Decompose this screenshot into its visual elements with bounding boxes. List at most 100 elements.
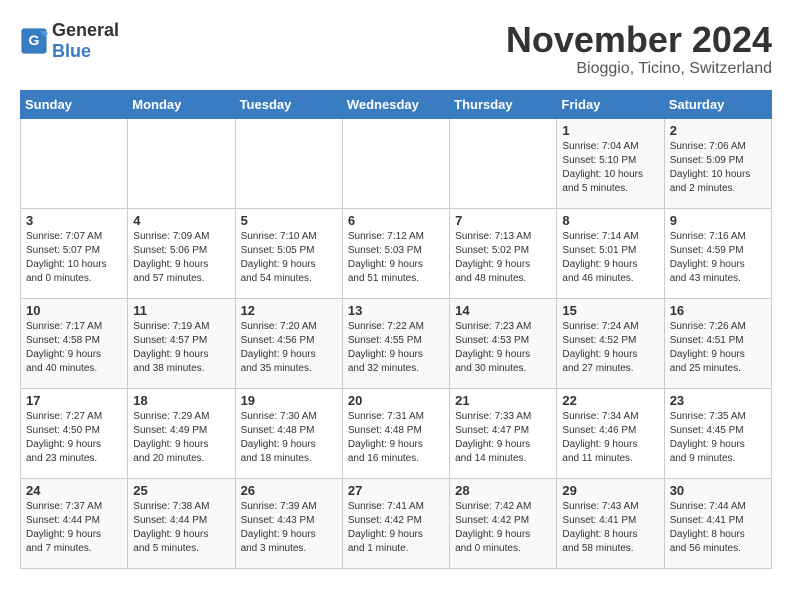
day-number: 1 [562,123,658,138]
calendar-cell: 25 Sunrise: 7:38 AM Sunset: 4:44 PM Dayli… [128,478,235,568]
header-thursday: Thursday [450,90,557,118]
week-row-3: 10 Sunrise: 7:17 AM Sunset: 4:58 PM Dayli… [21,298,772,388]
day-info: Sunrise: 7:30 AM Sunset: 4:48 PM Dayligh… [241,410,337,466]
calendar-cell: 26 Sunrise: 7:39 AM Sunset: 4:43 PM Dayli… [235,478,342,568]
calendar-cell: 2 Sunrise: 7:06 AM Sunset: 5:09 PM Daylig… [664,118,771,208]
week-row-4: 17 Sunrise: 7:27 AM Sunset: 4:50 PM Dayli… [21,388,772,478]
header-wednesday: Wednesday [342,90,449,118]
day-number: 30 [670,483,766,498]
logo-blue: Blue [52,41,91,61]
calendar-cell: 16Sunrise: 7:26 AM Sunset: 4:51 PM Dayli… [664,298,771,388]
day-number: 8 [562,213,658,228]
header: G General Blue November 2024 Bioggio, Ti… [20,20,772,78]
day-number: 2 [670,123,766,138]
calendar-cell: 15Sunrise: 7:24 AM Sunset: 4:52 PM Dayli… [557,298,664,388]
day-number: 19 [241,393,337,408]
day-number: 24 [26,483,122,498]
day-number: 4 [133,213,229,228]
calendar-cell [235,118,342,208]
day-info: Sunrise: 7:04 AM Sunset: 5:10 PM Dayligh… [562,140,658,196]
day-info: Sunrise: 7:37 AM Sunset: 4:44 PM Dayligh… [26,500,122,556]
calendar-cell [128,118,235,208]
calendar-cell: 17 Sunrise: 7:27 AM Sunset: 4:50 PM Dayli… [21,388,128,478]
calendar-cell: 11 Sunrise: 7:19 AM Sunset: 4:57 PM Dayli… [128,298,235,388]
day-info: Sunrise: 7:35 AM Sunset: 4:45 PM Dayligh… [670,410,766,466]
calendar-cell: 7 Sunrise: 7:13 AM Sunset: 5:02 PM Daylig… [450,208,557,298]
svg-text:G: G [29,32,40,48]
calendar-cell: 1 Sunrise: 7:04 AM Sunset: 5:10 PM Daylig… [557,118,664,208]
calendar-cell [342,118,449,208]
calendar-cell: 20Sunrise: 7:31 AM Sunset: 4:48 PM Dayli… [342,388,449,478]
logo-text-area: General Blue [52,20,119,62]
day-info: Sunrise: 7:07 AM Sunset: 5:07 PM Dayligh… [26,230,122,286]
calendar-cell [450,118,557,208]
logo: G General Blue [20,20,119,62]
day-info: Sunrise: 7:34 AM Sunset: 4:46 PM Dayligh… [562,410,658,466]
day-number: 12 [241,303,337,318]
calendar-cell: 13Sunrise: 7:22 AM Sunset: 4:55 PM Dayli… [342,298,449,388]
day-number: 29 [562,483,658,498]
calendar-cell: 9 Sunrise: 7:16 AM Sunset: 4:59 PM Daylig… [664,208,771,298]
calendar-cell: 10 Sunrise: 7:17 AM Sunset: 4:58 PM Dayli… [21,298,128,388]
day-number: 17 [26,393,122,408]
day-info: Sunrise: 7:17 AM Sunset: 4:58 PM Dayligh… [26,320,122,376]
day-info: Sunrise: 7:39 AM Sunset: 4:43 PM Dayligh… [241,500,337,556]
calendar-cell: 28Sunrise: 7:42 AM Sunset: 4:42 PM Dayli… [450,478,557,568]
day-info: Sunrise: 7:41 AM Sunset: 4:42 PM Dayligh… [348,500,444,556]
calendar-cell: 23 Sunrise: 7:35 AM Sunset: 4:45 PM Dayli… [664,388,771,478]
calendar-cell: 27 Sunrise: 7:41 AM Sunset: 4:42 PM Dayli… [342,478,449,568]
day-number: 10 [26,303,122,318]
day-number: 16 [670,303,766,318]
day-info: Sunrise: 7:42 AM Sunset: 4:42 PM Dayligh… [455,500,551,556]
calendar-cell: 21Sunrise: 7:33 AM Sunset: 4:47 PM Dayli… [450,388,557,478]
day-info: Sunrise: 7:06 AM Sunset: 5:09 PM Dayligh… [670,140,766,196]
day-info: Sunrise: 7:44 AM Sunset: 4:41 PM Dayligh… [670,500,766,556]
header-saturday: Saturday [664,90,771,118]
day-number: 15 [562,303,658,318]
header-monday: Monday [128,90,235,118]
day-number: 14 [455,303,551,318]
calendar-cell: 22 Sunrise: 7:34 AM Sunset: 4:46 PM Dayli… [557,388,664,478]
calendar-cell [21,118,128,208]
calendar-cell: 3 Sunrise: 7:07 AM Sunset: 5:07 PM Daylig… [21,208,128,298]
day-number: 6 [348,213,444,228]
header-sunday: Sunday [21,90,128,118]
day-number: 22 [562,393,658,408]
day-number: 25 [133,483,229,498]
calendar-cell: 19 Sunrise: 7:30 AM Sunset: 4:48 PM Dayli… [235,388,342,478]
day-number: 23 [670,393,766,408]
day-info: Sunrise: 7:09 AM Sunset: 5:06 PM Dayligh… [133,230,229,286]
calendar-cell: 30 Sunrise: 7:44 AM Sunset: 4:41 PM Dayli… [664,478,771,568]
calendar-table: SundayMondayTuesdayWednesdayThursdayFrid… [20,90,772,569]
day-info: Sunrise: 7:14 AM Sunset: 5:01 PM Dayligh… [562,230,658,286]
calendar-cell: 5 Sunrise: 7:10 AM Sunset: 5:05 PM Daylig… [235,208,342,298]
day-number: 7 [455,213,551,228]
day-info: Sunrise: 7:19 AM Sunset: 4:57 PM Dayligh… [133,320,229,376]
calendar-cell: 6Sunrise: 7:12 AM Sunset: 5:03 PM Daylig… [342,208,449,298]
day-number: 27 [348,483,444,498]
location-title: Bioggio, Ticino, Switzerland [506,60,772,78]
day-number: 13 [348,303,444,318]
day-number: 26 [241,483,337,498]
day-info: Sunrise: 7:27 AM Sunset: 4:50 PM Dayligh… [26,410,122,466]
calendar-cell: 8 Sunrise: 7:14 AM Sunset: 5:01 PM Daylig… [557,208,664,298]
day-info: Sunrise: 7:13 AM Sunset: 5:02 PM Dayligh… [455,230,551,286]
logo-icon: G [20,27,48,55]
day-info: Sunrise: 7:29 AM Sunset: 4:49 PM Dayligh… [133,410,229,466]
day-number: 5 [241,213,337,228]
day-info: Sunrise: 7:10 AM Sunset: 5:05 PM Dayligh… [241,230,337,286]
day-info: Sunrise: 7:43 AM Sunset: 4:41 PM Dayligh… [562,500,658,556]
day-number: 3 [26,213,122,228]
day-number: 9 [670,213,766,228]
title-area: November 2024 Bioggio, Ticino, Switzerla… [506,20,772,78]
calendar-cell: 14Sunrise: 7:23 AM Sunset: 4:53 PM Dayli… [450,298,557,388]
day-info: Sunrise: 7:38 AM Sunset: 4:44 PM Dayligh… [133,500,229,556]
day-number: 20 [348,393,444,408]
calendar-cell: 18Sunrise: 7:29 AM Sunset: 4:49 PM Dayli… [128,388,235,478]
weekday-header-row: SundayMondayTuesdayWednesdayThursdayFrid… [21,90,772,118]
calendar-cell: 24 Sunrise: 7:37 AM Sunset: 4:44 PM Dayli… [21,478,128,568]
calendar-cell: 12Sunrise: 7:20 AM Sunset: 4:56 PM Dayli… [235,298,342,388]
week-row-5: 24 Sunrise: 7:37 AM Sunset: 4:44 PM Dayli… [21,478,772,568]
day-number: 11 [133,303,229,318]
day-info: Sunrise: 7:16 AM Sunset: 4:59 PM Dayligh… [670,230,766,286]
